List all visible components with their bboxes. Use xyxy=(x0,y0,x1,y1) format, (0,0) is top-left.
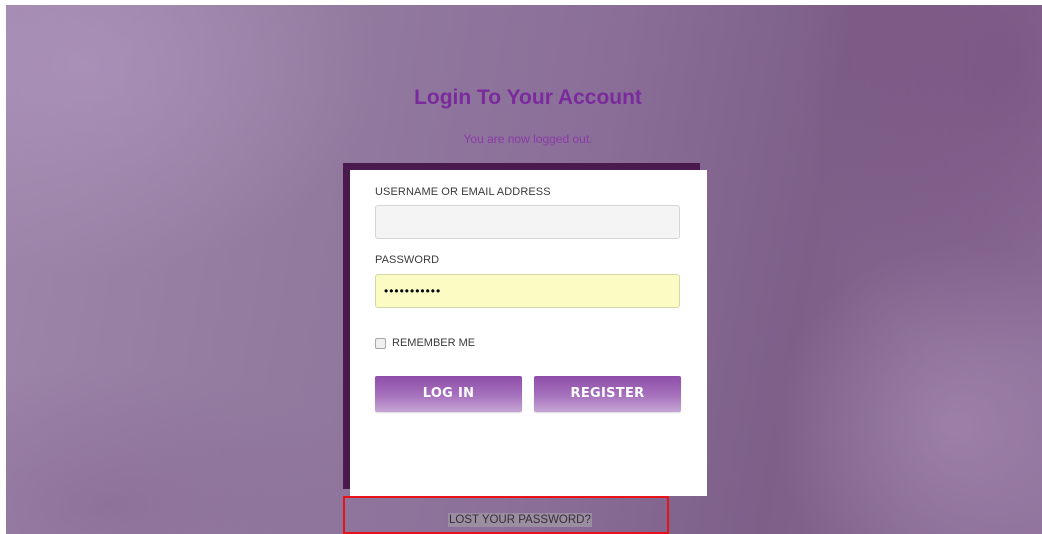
remember-me-row: REMEMBER ME xyxy=(375,336,475,350)
remember-me-label[interactable]: REMEMBER ME xyxy=(392,337,475,349)
logout-status-message: You are now logged out. xyxy=(463,132,593,146)
password-input[interactable] xyxy=(375,274,680,308)
password-label: PASSWORD xyxy=(375,254,440,266)
remember-me-checkbox[interactable] xyxy=(375,337,386,349)
register-button-label: REGISTER xyxy=(570,385,645,401)
page-title: Login To Your Account xyxy=(414,86,642,109)
login-card: USERNAME OR EMAIL ADDRESS PASSWORD REMEM… xyxy=(350,170,707,496)
lost-password-link[interactable]: LOST YOUR PASSWORD? xyxy=(448,513,592,527)
username-label: USERNAME OR EMAIL ADDRESS xyxy=(375,186,551,198)
log-in-button[interactable]: LOG IN xyxy=(375,376,522,412)
log-in-button-label: LOG IN xyxy=(422,385,475,401)
register-button[interactable]: REGISTER xyxy=(534,376,681,412)
username-input[interactable] xyxy=(375,205,680,239)
